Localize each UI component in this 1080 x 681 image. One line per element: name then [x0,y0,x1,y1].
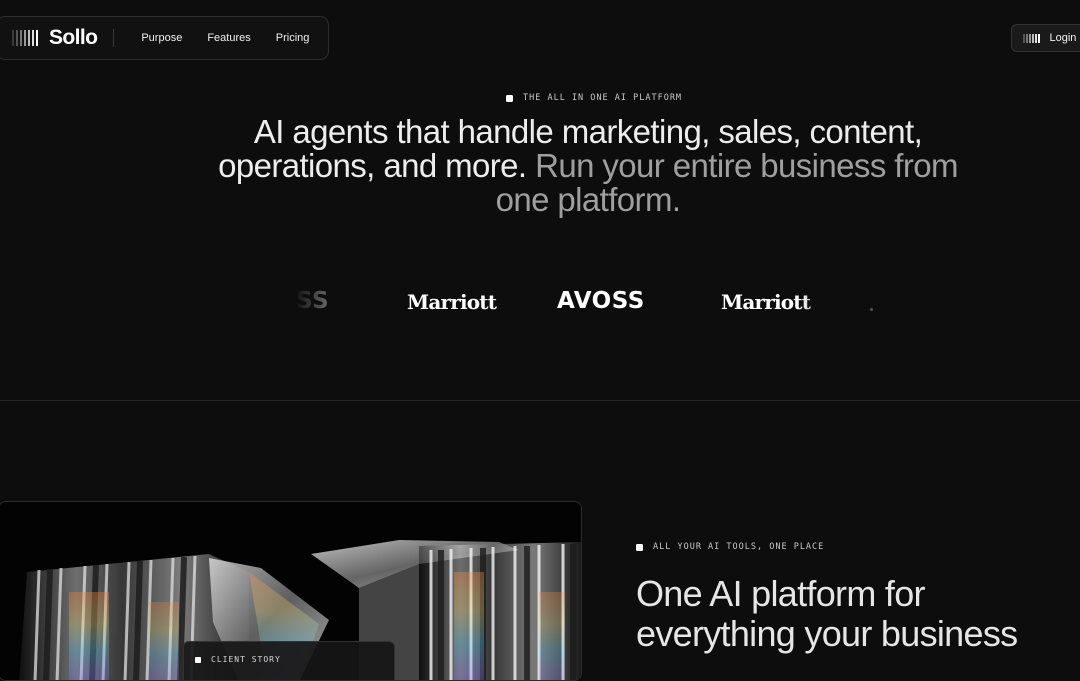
client-logo-strip: SS Marriott AVOSS Marriott [0,280,1080,324]
client-story-label: CLIENT STORY [211,655,281,664]
logo-fade-left [250,280,360,324]
brand-logo[interactable]: Sollo [12,26,98,50]
nav-link-features[interactable]: Features [207,32,250,44]
feature-title: One AI platform for everything your busi… [636,574,1080,654]
login-button[interactable]: Login [1011,24,1080,52]
login-label: Login [1049,32,1077,44]
nav-links: Purpose Features Pricing [141,32,309,44]
client-story-card[interactable]: CLIENT STORY [0,501,582,681]
hero-title: AI agents that handle marketing, sales, … [190,115,986,217]
square-bullet-icon [506,94,513,102]
client-logo-avoss: AVOSS [557,288,645,314]
square-bullet-icon [636,543,643,551]
square-bullet-icon [195,657,201,663]
feature-eyebrow-text: ALL YOUR AI TOOLS, ONE PLACE [653,542,825,552]
client-logo-marriott: Marriott [721,290,811,314]
hero-title-secondary: Run your entire business from one platfo… [495,147,959,218]
client-logo-marriott: Marriott [407,290,497,314]
feature-eyebrow: ALL YOUR AI TOOLS, ONE PLACE [636,542,824,552]
barcode-bars-icon [1023,33,1040,43]
hero-eyebrow-text: THE ALL IN ONE AI PLATFORM [523,93,683,103]
nav-link-pricing[interactable]: Pricing [276,32,310,44]
logo-fade-right [800,280,920,324]
client-story-badge[interactable]: CLIENT STORY [183,641,395,680]
brand-name: Sollo [49,26,98,49]
feature-title-line2: everything your business [636,613,1018,654]
feature-title-line1: One AI platform for [636,573,926,614]
section-divider [0,400,1080,401]
nav-link-purpose[interactable]: Purpose [141,32,182,44]
hero-eyebrow: THE ALL IN ONE AI PLATFORM [506,93,682,103]
barcode-bars-icon [12,30,38,46]
logo-marquee-dot [870,308,873,311]
main-navigation: Sollo Purpose Features Pricing [0,16,329,60]
nav-divider [113,29,115,47]
